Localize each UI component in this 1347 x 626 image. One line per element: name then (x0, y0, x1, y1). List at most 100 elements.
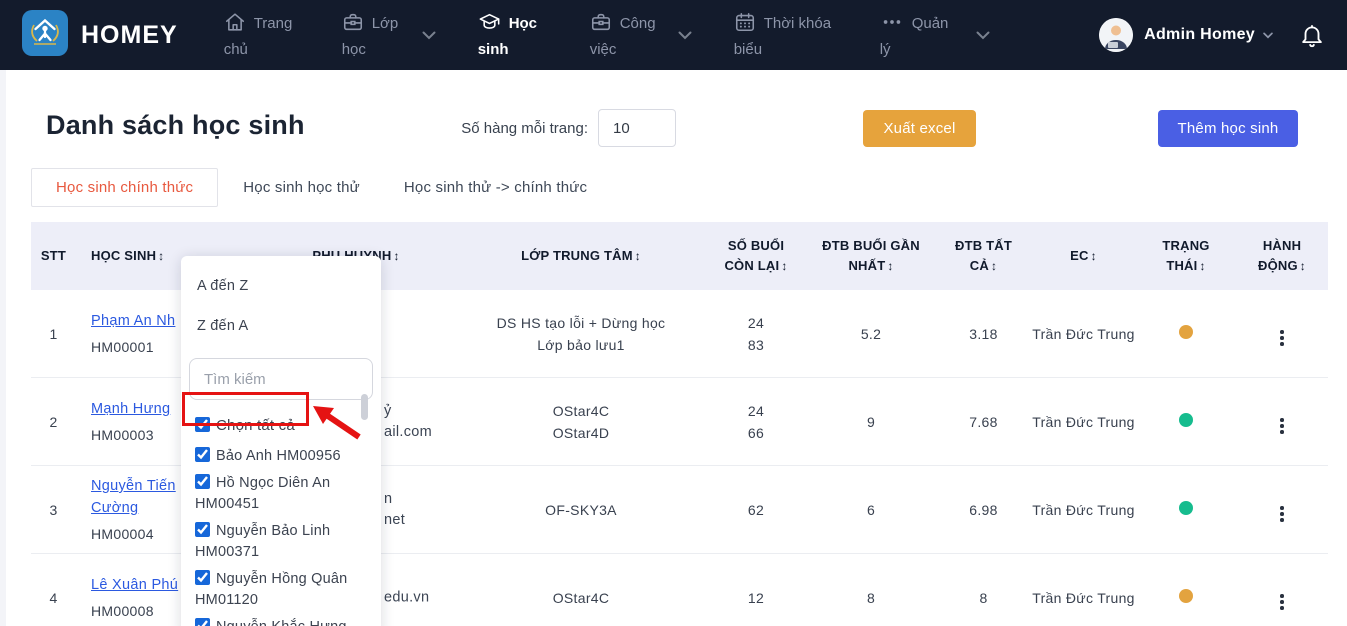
column-header-status[interactable]: TRẠNG THÁI (1136, 236, 1236, 276)
page-title: Danh sách học sinh (46, 110, 305, 141)
app-logo-icon (22, 10, 68, 61)
briefcase-icon (342, 11, 364, 39)
filter-option-checkbox[interactable] (195, 522, 210, 537)
column-header-class[interactable]: LỚP TRUNG TÂM (456, 246, 706, 266)
filter-option[interactable]: Nguyễn Khắc Hưng HM00920 (181, 614, 381, 626)
user-area: Admin Homey (1099, 18, 1325, 52)
status-cell (1136, 587, 1236, 609)
ec-cell: Trần Đức Trung (1031, 323, 1136, 345)
ec-cell: Trần Đức Trung (1031, 587, 1136, 609)
avg-all-cell: 6.98 (936, 499, 1031, 521)
navbar: HOMEY Trang chủ Lớp học (0, 0, 1347, 70)
row-index: 1 (31, 323, 76, 345)
status-dot (1179, 325, 1193, 339)
tab-official-students[interactable]: Học sinh chính thức (31, 168, 218, 207)
kebab-menu-icon[interactable] (1276, 414, 1288, 438)
avg-all-cell: 7.68 (936, 411, 1031, 433)
chevron-down-icon[interactable] (1263, 26, 1273, 44)
sessions-left-cell: 2466 (706, 400, 806, 444)
sort-a-to-z-option[interactable]: A đến Z (181, 278, 381, 294)
avg-all-cell: 8 (936, 587, 1031, 609)
actions-cell (1236, 582, 1328, 614)
nav-item-classes[interactable]: Lớp học (342, 11, 406, 60)
tabs: Học sinh chính thức Học sinh học thử Học… (31, 168, 612, 207)
filter-option[interactable]: Nguyễn Hồng Quân HM01120 (181, 566, 381, 614)
tab-trial-to-official[interactable]: Học sinh thử -> chính thức (385, 168, 606, 207)
class-cell: OF-SKY3A (456, 499, 706, 521)
avg-recent-cell: 8 (806, 587, 936, 609)
nav-item-schedule[interactable]: Thời khóa biểu (734, 11, 838, 60)
class-cell: OStar4C (456, 587, 706, 609)
actions-cell (1236, 406, 1328, 438)
column-header-avg-all[interactable]: ĐTB TẤT CẢ (936, 236, 1031, 276)
column-header-actions[interactable]: HÀNH ĐỘNG (1236, 236, 1328, 276)
ec-cell: Trần Đức Trung (1031, 499, 1136, 521)
filter-option[interactable]: Hồ Ngọc Diên An HM00451 (181, 470, 381, 518)
rows-per-page-input[interactable] (598, 109, 676, 147)
kebab-menu-icon[interactable] (1276, 502, 1288, 526)
sessions-left-cell: 2483 (706, 312, 806, 356)
column-header-avg-recent[interactable]: ĐTB BUỔI GẦN NHẤT (806, 236, 936, 276)
sessions-left-cell: 12 (706, 587, 806, 609)
avg-all-cell: 3.18 (936, 323, 1031, 345)
kebab-menu-icon[interactable] (1276, 590, 1288, 614)
brand[interactable]: HOMEY (22, 10, 178, 61)
avg-recent-cell: 6 (806, 499, 936, 521)
row-index: 3 (31, 499, 76, 521)
student-link[interactable]: Lê Xuân Phú (91, 577, 178, 593)
avatar[interactable] (1099, 18, 1133, 52)
nav-item-home[interactable]: Trang chủ (224, 11, 300, 60)
student-link[interactable]: Phạm An Nh (91, 313, 175, 329)
row-index: 2 (31, 411, 76, 433)
briefcase-icon (590, 11, 612, 39)
row-index: 4 (31, 587, 76, 609)
avg-recent-cell: 5.2 (806, 323, 936, 345)
user-name[interactable]: Admin Homey (1144, 26, 1255, 44)
status-cell (1136, 323, 1236, 345)
kebab-menu-icon[interactable] (1276, 326, 1288, 350)
filter-option-checkbox[interactable] (195, 618, 210, 626)
chevron-down-icon[interactable] (422, 31, 436, 40)
sessions-left-cell: 62 (706, 499, 806, 521)
filter-option-checkbox[interactable] (195, 474, 210, 489)
page-content: Danh sách học sinh Số hàng mỗi trang: Xu… (0, 70, 1347, 626)
status-cell (1136, 499, 1236, 521)
tab-trial-students[interactable]: Học sinh học thử (224, 168, 379, 207)
nav-item-students[interactable]: Học sinh (478, 11, 548, 60)
annotation-highlight-box (182, 392, 309, 426)
student-link[interactable]: Mạnh Hưng (91, 401, 170, 417)
class-cell: OStar4COStar4D (456, 400, 706, 444)
sort-z-to-a-option[interactable]: Z đến A (181, 318, 381, 334)
nav-item-tasks[interactable]: Công việc (590, 11, 662, 60)
chevron-down-icon[interactable] (976, 31, 990, 40)
graduation-cap-icon (478, 11, 501, 39)
chevron-down-icon[interactable] (678, 31, 692, 40)
app-window: HOMEY Trang chủ Lớp học (0, 0, 1347, 626)
annotation-arrow (307, 399, 365, 450)
nav-item-management[interactable]: Quản lý (880, 11, 960, 60)
rows-per-page-label: Số hàng mỗi trang: (448, 120, 588, 137)
column-header-ec[interactable]: EC (1031, 246, 1136, 266)
filter-option-checkbox[interactable] (195, 447, 210, 462)
status-dot (1179, 501, 1193, 515)
class-cell: DS HS tạo lỗi + Dừng họcLớp bảo lưu1 (456, 312, 706, 356)
ec-cell: Trần Đức Trung (1031, 411, 1136, 433)
filter-option[interactable]: Nguyễn Bảo Linh HM00371 (181, 518, 381, 566)
ellipsis-icon (880, 11, 904, 39)
notifications-bell-icon[interactable] (1299, 22, 1325, 49)
add-student-button[interactable]: Thêm học sinh (1158, 110, 1298, 147)
calendar-icon (734, 11, 756, 39)
actions-cell (1236, 494, 1328, 526)
brand-name: HOMEY (81, 21, 178, 50)
column-header-stt: STT (31, 246, 76, 266)
main-nav: Trang chủ Lớp học Học sinh (224, 11, 990, 60)
filter-option-checkbox[interactable] (195, 570, 210, 585)
actions-cell (1236, 318, 1328, 350)
export-excel-button[interactable]: Xuất excel (863, 110, 976, 147)
home-icon (224, 11, 246, 39)
avg-recent-cell: 9 (806, 411, 936, 433)
column-header-sessions-left[interactable]: SỐ BUỔI CÒN LẠI (706, 236, 806, 276)
student-link[interactable]: Nguyễn Tiến Cường (91, 478, 176, 516)
status-cell (1136, 411, 1236, 433)
status-dot (1179, 413, 1193, 427)
